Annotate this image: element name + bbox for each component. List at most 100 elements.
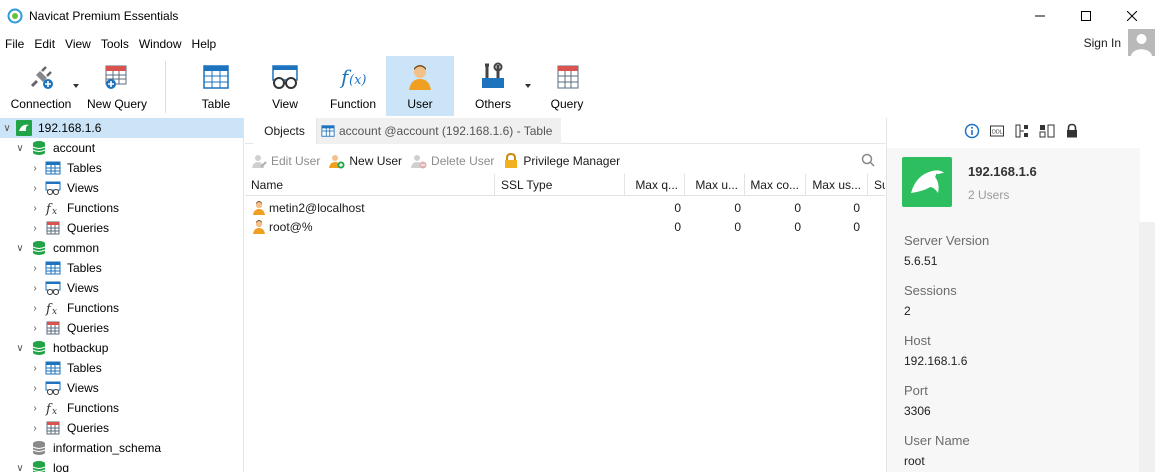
view-label: View <box>272 97 298 111</box>
connection-button[interactable]: Connection <box>6 56 76 116</box>
column-header-max-user-connections[interactable]: Max us... <box>806 174 868 196</box>
prop-label-sessions: Sessions <box>904 283 957 298</box>
tree-item-queries[interactable]: › Queries <box>0 318 243 338</box>
view-button[interactable]: View <box>254 56 316 116</box>
tree-item-views[interactable]: › Views <box>0 278 243 298</box>
table-button[interactable]: Table <box>184 56 248 116</box>
chevron-down-icon[interactable]: ∨ <box>15 463 25 472</box>
search-icon[interactable] <box>861 153 875 167</box>
others-dropdown-icon[interactable] <box>525 84 531 88</box>
tree-item-views[interactable]: › Views <box>0 178 243 198</box>
chevron-right-icon[interactable]: › <box>30 263 40 274</box>
minimize-icon <box>1035 15 1045 17</box>
function-icon: fx <box>45 402 57 416</box>
tree-db-account[interactable]: ∨ account <box>0 138 243 158</box>
lock-icon <box>1066 123 1077 137</box>
table-row[interactable]: metin2@localhost 0 0 0 0 <box>245 198 885 217</box>
tree-item-tables[interactable]: › Tables <box>0 358 243 378</box>
info-tab-general[interactable] <box>963 122 980 139</box>
chevron-right-icon[interactable]: › <box>30 323 40 334</box>
tree-connection[interactable]: ∨ 192.168.1.6 <box>0 118 243 138</box>
maximize-button[interactable] <box>1063 0 1109 32</box>
tree-item-functions[interactable]: › fx Functions <box>0 298 243 318</box>
table-row[interactable]: root@% 0 0 0 0 <box>245 217 885 236</box>
others-button[interactable]: Others <box>462 56 524 116</box>
chevron-right-icon[interactable]: › <box>30 203 40 214</box>
info-scrollbar[interactable] <box>1139 222 1155 472</box>
tree-item-views[interactable]: › Views <box>0 378 243 398</box>
info-tab-dependency[interactable] <box>1013 122 1030 139</box>
query-button[interactable]: Query <box>536 56 598 116</box>
menu-tools[interactable]: Tools <box>96 37 134 51</box>
tree-item-functions[interactable]: › fx Functions <box>0 198 243 218</box>
tree-item-label: Functions <box>67 401 120 415</box>
tree-item-functions[interactable]: › fx Functions <box>0 398 243 418</box>
menu-window[interactable]: Window <box>134 37 187 51</box>
info-user-count: 2 Users <box>968 188 1010 202</box>
user-button[interactable]: User <box>386 56 454 116</box>
tab-objects[interactable]: Objects <box>253 118 317 144</box>
tree-db-hotbackup[interactable]: ∨ hotbackup <box>0 338 243 358</box>
chevron-right-icon[interactable]: › <box>30 283 40 294</box>
users-grid: Name SSL Type Max q... Max u... Max co..… <box>245 174 885 472</box>
info-tab-privileges[interactable] <box>1063 122 1080 139</box>
cell-max-updates: 0 <box>734 200 741 215</box>
new-query-button[interactable]: New Query <box>84 56 150 116</box>
chevron-down-icon[interactable]: ∨ <box>15 143 25 154</box>
database-icon <box>32 461 46 472</box>
chevron-down-icon[interactable]: ∨ <box>15 343 25 354</box>
tree-item-tables[interactable]: › Tables <box>0 258 243 278</box>
chevron-right-icon[interactable]: › <box>30 403 40 414</box>
chevron-down-icon[interactable]: ∨ <box>15 243 25 254</box>
menu-edit[interactable]: Edit <box>29 37 60 51</box>
cell-name: metin2@localhost <box>251 198 365 217</box>
chevron-down-icon[interactable]: ∨ <box>2 123 12 134</box>
column-header-max-queries[interactable]: Max q... <box>625 174 685 196</box>
cell-max-updates: 0 <box>734 219 741 234</box>
chevron-right-icon[interactable]: › <box>30 383 40 394</box>
chevron-right-icon[interactable]: › <box>30 303 40 314</box>
column-header-ssl-type[interactable]: SSL Type <box>495 174 625 196</box>
sign-in-link[interactable]: Sign In <box>1084 36 1121 50</box>
delete-user-button[interactable]: Delete User <box>411 153 494 169</box>
chevron-right-icon[interactable]: › <box>30 183 40 194</box>
menu-file[interactable]: File <box>0 37 29 51</box>
tree-db-label: common <box>53 241 100 255</box>
close-button[interactable] <box>1109 0 1155 32</box>
tree-item-queries[interactable]: › Queries <box>0 218 243 238</box>
new-user-label: New User <box>349 154 403 168</box>
view-icon <box>45 281 61 295</box>
edit-user-button[interactable]: Edit User <box>251 153 320 169</box>
new-query-label: New Query <box>86 97 148 111</box>
tree-db-log[interactable]: ∨ log <box>0 458 243 472</box>
edit-user-label: Edit User <box>271 154 321 168</box>
menu-help[interactable]: Help <box>187 37 222 51</box>
column-header-super[interactable]: Su <box>868 174 885 196</box>
chevron-right-icon[interactable]: › <box>30 423 40 434</box>
column-header-name[interactable]: Name <box>245 174 495 196</box>
chevron-right-icon[interactable]: › <box>30 163 40 174</box>
avatar[interactable] <box>1128 29 1155 56</box>
info-tab-preview[interactable] <box>1038 122 1055 139</box>
tree-item-queries[interactable]: › Queries <box>0 418 243 438</box>
new-user-button[interactable]: New User <box>329 153 402 169</box>
main-toolbar: Connection New Query Table View f (x) Fu… <box>0 56 1155 118</box>
connection-dropdown-icon[interactable] <box>73 84 79 88</box>
svg-text:DDL: DDL <box>992 129 1003 135</box>
column-header-max-connections[interactable]: Max co... <box>745 174 806 196</box>
minimize-button[interactable] <box>1017 0 1063 32</box>
tree-db-information-schema[interactable]: information_schema <box>0 438 243 458</box>
tree-item-tables[interactable]: › Tables <box>0 158 243 178</box>
tab-account-table[interactable]: account @account (192.168.1.6) - Table <box>317 118 561 144</box>
column-header-max-updates[interactable]: Max u... <box>685 174 745 196</box>
function-button[interactable]: f (x) Function <box>322 56 384 116</box>
privilege-manager-button[interactable]: Privilege Manager <box>503 153 620 169</box>
info-tab-ddl[interactable]: DDL <box>988 122 1005 139</box>
chevron-right-icon[interactable]: › <box>30 363 40 374</box>
title-bar: Navicat Premium Essentials <box>0 0 1155 32</box>
menu-view[interactable]: View <box>60 37 96 51</box>
chevron-right-icon[interactable]: › <box>30 223 40 234</box>
table-icon <box>321 125 335 137</box>
tree-db-label: hotbackup <box>53 341 109 355</box>
tree-db-common[interactable]: ∨ common <box>0 238 243 258</box>
